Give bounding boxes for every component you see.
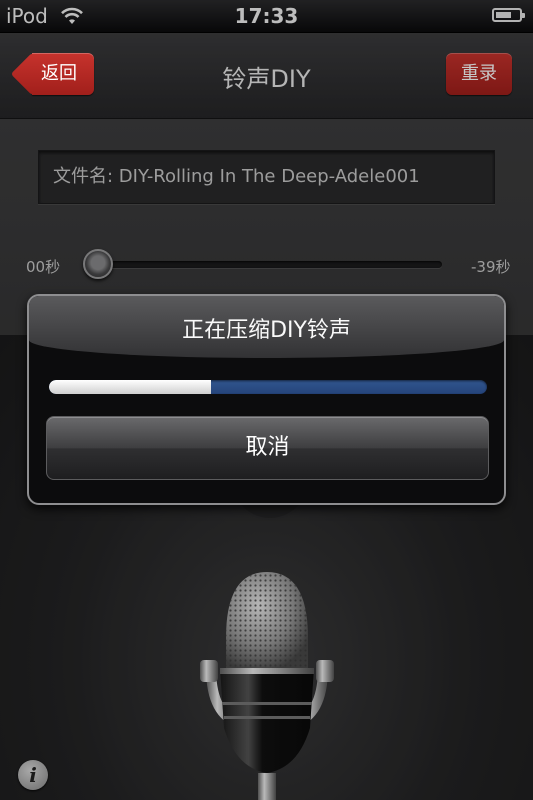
cancel-button[interactable]: 取消: [46, 416, 489, 480]
back-button[interactable]: 返回: [32, 53, 94, 95]
compress-progress-fill: [49, 380, 212, 394]
dialog-title: 正在压缩DIY铃声: [182, 318, 351, 343]
compress-progress-bar: [49, 380, 487, 394]
back-button-label: 返回: [41, 63, 77, 84]
compress-dialog: 正在压缩DIY铃声 取消: [27, 294, 506, 505]
